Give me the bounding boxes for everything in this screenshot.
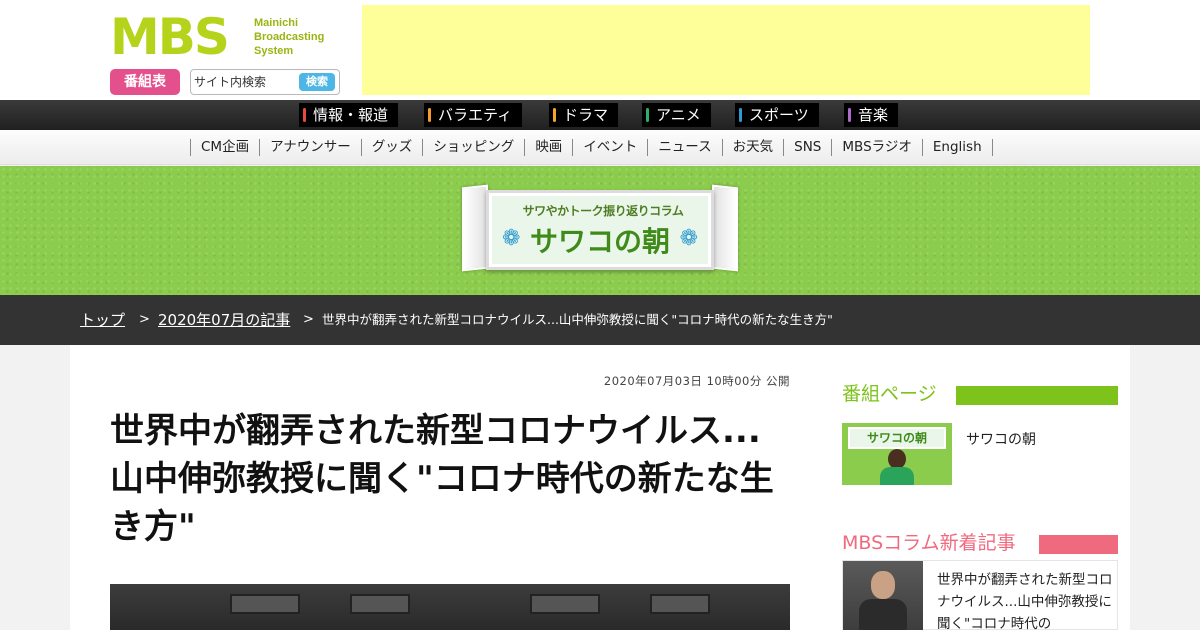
genre-anime[interactable]: アニメ	[642, 103, 711, 127]
mbs-logo[interactable]: MBS Mainichi Broadcasting System	[110, 8, 340, 66]
banner-title: サワコの朝	[529, 225, 670, 258]
flower-icon: ❁	[679, 226, 698, 251]
program-thumbnail-title: サワコの朝	[848, 427, 946, 449]
banner-subtitle: サワやかトーク振り返りコラム	[522, 204, 684, 218]
breadcrumb-separator: >	[303, 312, 314, 327]
sub-nav-item-cm[interactable]: CM企画	[191, 139, 261, 156]
column-article-card[interactable]: 世界中が翻弄された新型コロナウイルス...山中伸弥教授に聞く"コロナ時代の	[842, 560, 1118, 630]
sub-nav-item-news[interactable]: ニュース	[648, 139, 723, 156]
breadcrumb-top-link[interactable]: トップ	[80, 295, 125, 345]
genre-label: スポーツ	[749, 106, 809, 124]
host-head	[888, 449, 906, 469]
column-heading-bar	[1039, 535, 1118, 554]
genre-label: 音楽	[858, 106, 889, 124]
search-input[interactable]	[194, 73, 294, 91]
program-name: サワコの朝	[966, 432, 1036, 448]
logo-sub-line: System	[254, 45, 294, 57]
sub-nav-item-weather[interactable]: お天気	[723, 139, 785, 156]
program-page-heading: 番組ページ	[842, 383, 1118, 405]
host-body	[880, 467, 914, 485]
genre-music[interactable]: 音楽	[844, 103, 899, 127]
program-card[interactable]: サワコの朝 サワコの朝	[842, 423, 1116, 487]
genre-color-bar	[553, 108, 556, 122]
logo-sub-line: Mainichi	[254, 17, 299, 29]
photo-studio-panel	[530, 594, 600, 614]
column-heading: MBSコラム新着記事	[842, 532, 1118, 554]
genre-color-bar	[739, 108, 742, 122]
genre-drama[interactable]: ドラマ	[549, 103, 619, 127]
breadcrumb-archive-link[interactable]: 2020年07月の記事	[158, 295, 290, 345]
genre-label: ドラマ	[563, 106, 609, 124]
genre-color-bar	[848, 108, 851, 122]
genre-label: アニメ	[656, 106, 701, 124]
banner-window-logo[interactable]: サワやかトーク振り返りコラム ❁ サワコの朝 ❁	[462, 180, 738, 276]
sub-nav-item-shopping[interactable]: ショッピング	[423, 139, 526, 156]
genre-nav: 情報・報道 バラエティ ドラマ アニメ スポーツ 音楽	[0, 100, 1200, 130]
genre-news[interactable]: 情報・報道	[299, 103, 399, 127]
column-heading-text: MBSコラム新着記事	[842, 532, 1016, 554]
column-article-title: 世界中が翻弄された新型コロナウイルス...山中伸弥教授に聞く"コロナ時代の	[937, 572, 1113, 630]
site-header: MBS Mainichi Broadcasting System 番組表 検索	[0, 0, 1200, 100]
program-thumbnail: サワコの朝	[842, 423, 952, 485]
genre-label: 情報・報道	[313, 106, 389, 124]
ad-banner[interactable]	[362, 5, 1090, 95]
breadcrumb: トップ > 2020年07月の記事 > 世界中が翻弄された新型コロナウイルス..…	[0, 295, 1200, 345]
breadcrumb-separator: >	[139, 312, 150, 327]
sub-nav-item-event[interactable]: イベント	[573, 139, 649, 156]
sub-nav-item-announcer[interactable]: アナウンサー	[260, 139, 362, 156]
person-head	[871, 571, 895, 599]
photo-studio-panel	[230, 594, 300, 614]
window-inner: サワやかトーク振り返りコラム ❁ サワコの朝 ❁	[492, 196, 708, 264]
program-heading-bar	[956, 386, 1118, 405]
sub-nav-list: CM企画 アナウンサー グッズ ショッピング 映画 イベント ニュース お天気 …	[190, 139, 993, 156]
photo-studio-panel	[350, 594, 410, 614]
sub-nav-item-movie[interactable]: 映画	[525, 139, 574, 156]
window-pane-right	[712, 184, 738, 272]
sub-nav-item-sns[interactable]: SNS	[784, 139, 833, 156]
photo-studio-panel	[650, 594, 710, 614]
host-portrait	[880, 449, 914, 485]
article-photo	[110, 584, 790, 630]
genre-variety[interactable]: バラエティ	[424, 103, 523, 127]
logo-sub-line: Broadcasting	[254, 31, 325, 43]
article-title: 世界中が翻弄された新型コロナウイルス...山中伸弥教授に聞く"コロナ時代の新たな…	[110, 411, 774, 547]
main-content: 2020年07月03日 10時00分 公開 世界中が翻弄された新型コロナウイルス…	[70, 345, 1130, 630]
sub-nav-item-goods[interactable]: グッズ	[362, 139, 424, 156]
logo-mark: MBS	[110, 8, 230, 66]
program-heading-text: 番組ページ	[842, 383, 937, 405]
site-search: 検索	[190, 69, 340, 95]
program-banner: サワやかトーク振り返りコラム ❁ サワコの朝 ❁	[0, 166, 1200, 295]
logo-subtext: Mainichi Broadcasting System	[254, 16, 324, 58]
breadcrumb-current: 世界中が翻弄された新型コロナウイルス...山中伸弥教授に聞く"コロナ時代の新たな…	[322, 312, 833, 327]
sub-nav: CM企画 アナウンサー グッズ ショッピング 映画 イベント ニュース お天気 …	[0, 130, 1200, 165]
program-guide-button[interactable]: 番組表	[110, 69, 180, 95]
publish-date: 2020年07月03日 10時00分 公開	[603, 374, 790, 388]
genre-sports[interactable]: スポーツ	[735, 103, 819, 127]
search-button[interactable]: 検索	[299, 73, 335, 91]
sub-nav-item-english[interactable]: English	[923, 139, 993, 156]
genre-color-bar	[646, 108, 649, 122]
person-body	[859, 599, 907, 630]
column-thumbnail	[843, 561, 923, 630]
genre-label: バラエティ	[438, 106, 513, 124]
window-center: サワやかトーク振り返りコラム ❁ サワコの朝 ❁	[486, 190, 714, 270]
genre-color-bar	[303, 108, 306, 122]
genre-color-bar	[428, 108, 431, 122]
window-pane-left	[462, 184, 488, 272]
sub-nav-item-radio[interactable]: MBSラジオ	[832, 139, 923, 156]
